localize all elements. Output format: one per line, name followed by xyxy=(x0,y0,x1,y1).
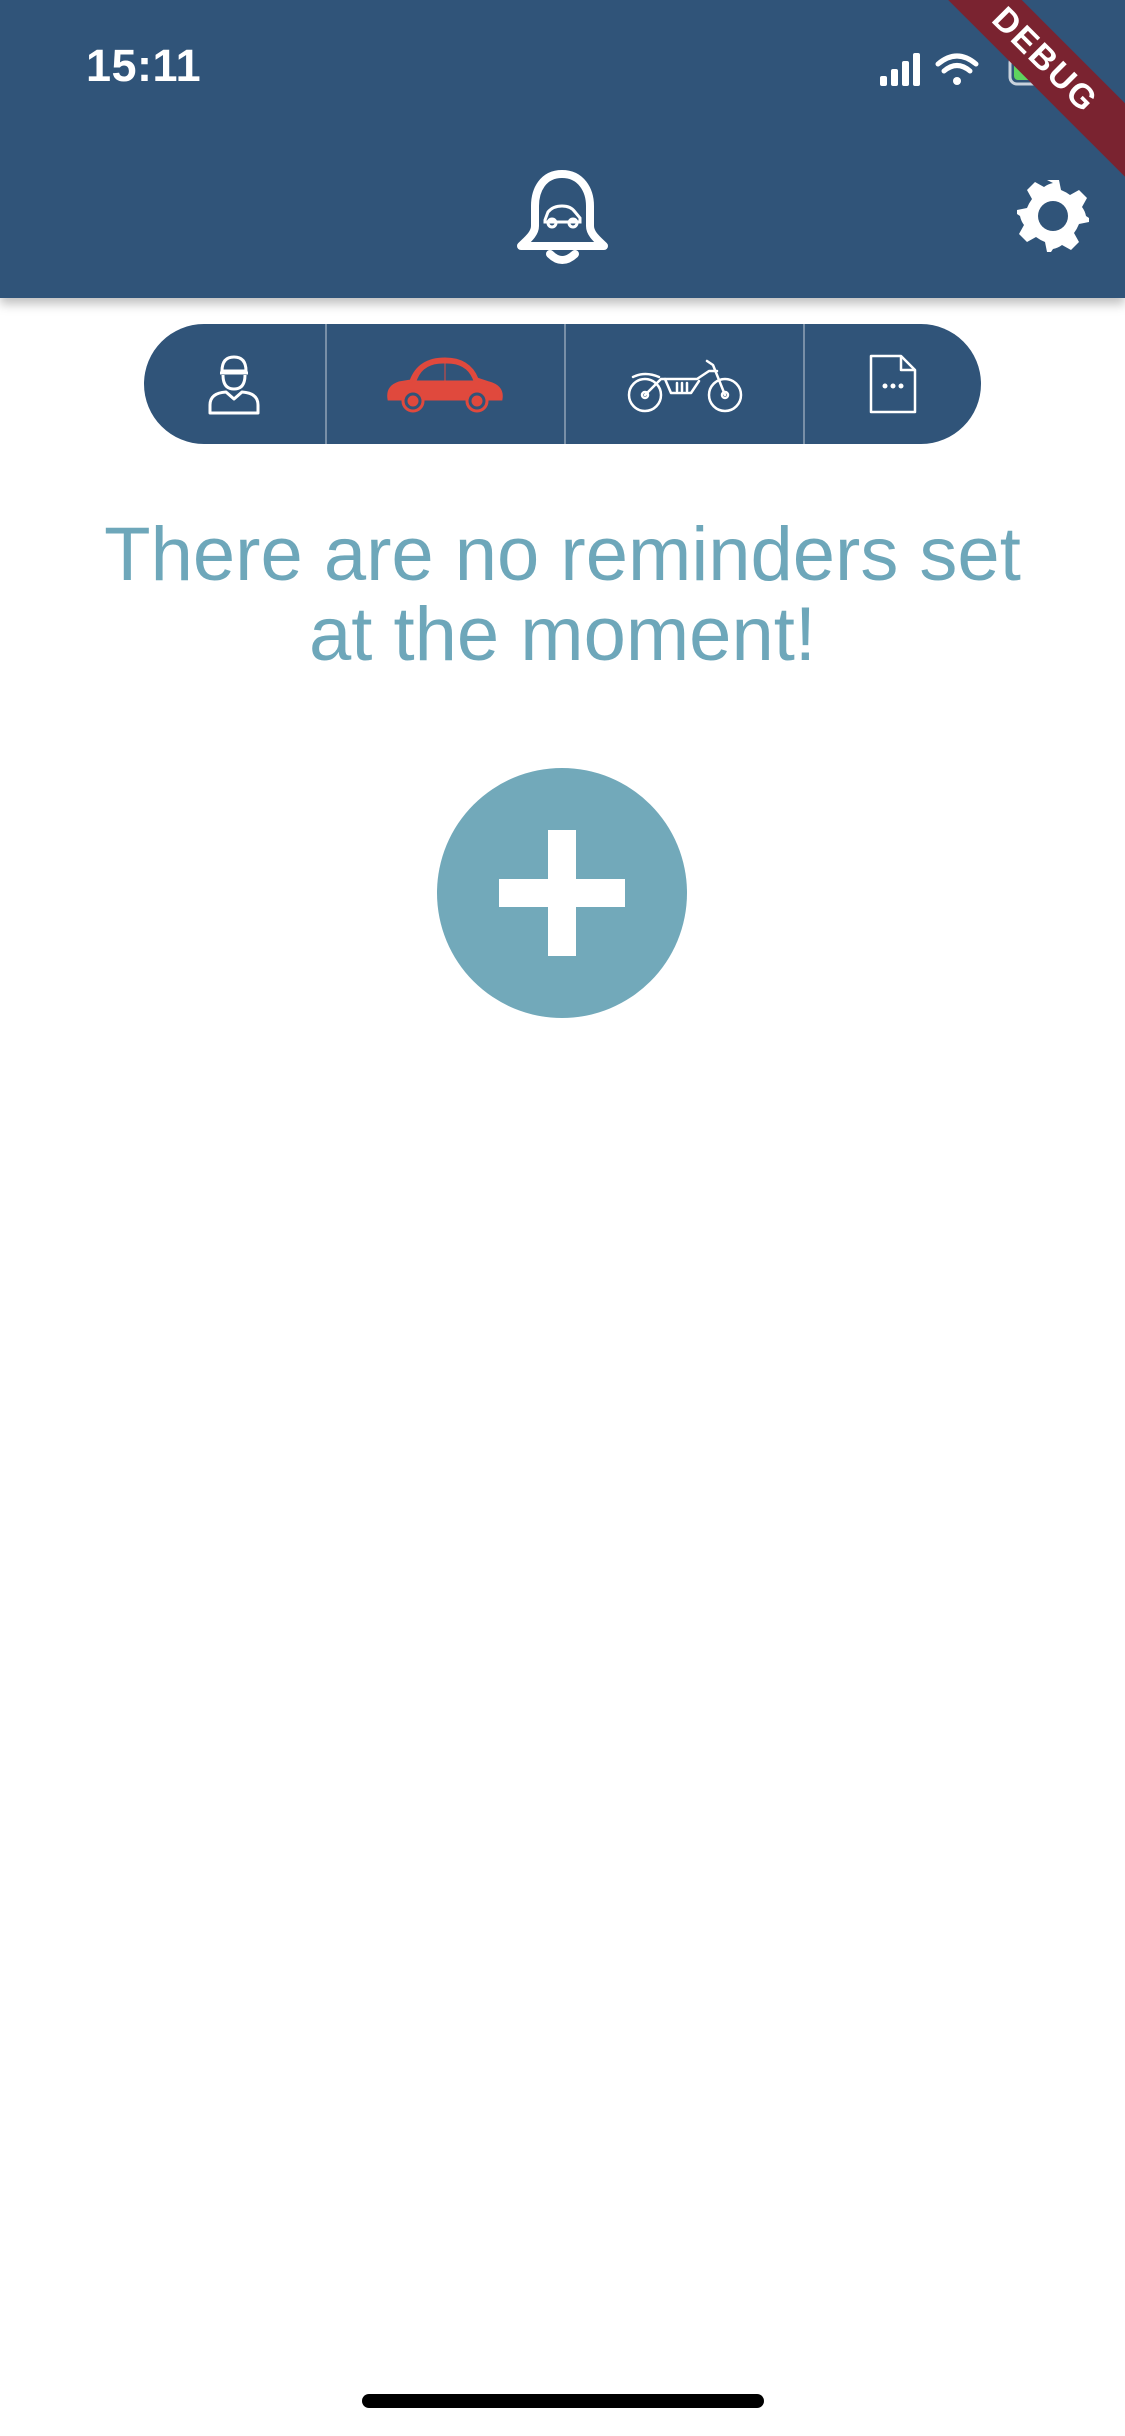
tab-other[interactable] xyxy=(803,324,981,444)
signal-icon xyxy=(880,53,920,86)
tab-car[interactable] xyxy=(324,324,564,444)
debug-banner: DEBUG xyxy=(920,0,1125,185)
person-icon xyxy=(208,355,260,415)
gear-icon[interactable] xyxy=(1015,178,1091,254)
bell-car-icon xyxy=(517,170,608,264)
add-reminder-button[interactable] xyxy=(437,768,687,1018)
empty-state-line-1: There are no reminders set xyxy=(104,512,1021,597)
status-time: 15:11 xyxy=(86,40,202,91)
car-icon xyxy=(387,357,504,413)
tab-motorcycle[interactable] xyxy=(563,324,803,444)
screen: 15:11 DEBUG There are no reminders set a… xyxy=(0,0,1125,2436)
tab-person[interactable] xyxy=(144,324,325,444)
wifi-icon xyxy=(935,53,979,85)
home-indicator xyxy=(362,2394,764,2408)
empty-state-line-2: at the moment! xyxy=(309,592,816,677)
document-icon xyxy=(869,354,917,414)
app-header: 15:11 DEBUG xyxy=(0,0,1125,298)
category-tabs xyxy=(144,324,981,444)
empty-state-message: There are no reminders set at the moment… xyxy=(60,515,1065,675)
motorcycle-icon xyxy=(627,359,742,413)
